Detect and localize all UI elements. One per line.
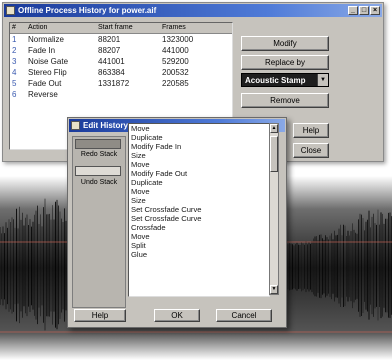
redo-stack-indicator[interactable] xyxy=(75,139,121,149)
remove-button[interactable]: Remove xyxy=(241,93,329,108)
cell-action: Stereo Flip xyxy=(28,68,67,77)
scroll-up-icon[interactable]: ▲ xyxy=(270,124,278,133)
table-row[interactable]: 3 Noise Gate 441001 529200 xyxy=(10,56,232,67)
close-button[interactable]: Close xyxy=(293,143,329,158)
list-header: # Action Start frame Frames xyxy=(10,23,232,34)
window-icon xyxy=(71,121,80,130)
close-icon[interactable]: × xyxy=(370,6,380,15)
replace-plugin-select[interactable]: Acoustic Stamp ▼ xyxy=(241,73,329,87)
edit-history-dialog: Edit History Redo Stack Undo Stack Move D… xyxy=(67,117,287,328)
cell-num: 6 xyxy=(12,90,17,99)
cell-num: 5 xyxy=(12,79,17,88)
table-row[interactable]: 2 Fade In 88207 441000 xyxy=(10,45,232,56)
scroll-down-icon[interactable]: ▼ xyxy=(270,285,278,294)
column-header-action[interactable]: Action xyxy=(26,23,96,33)
cell-frames xyxy=(160,89,230,100)
help-button[interactable]: Help xyxy=(293,123,329,138)
modify-button[interactable]: Modify xyxy=(241,36,329,51)
list-item[interactable]: Move xyxy=(129,124,269,133)
stack-panel: Redo Stack Undo Stack xyxy=(72,136,126,308)
dropdown-arrow-icon[interactable]: ▼ xyxy=(317,74,328,86)
cell-start xyxy=(96,89,160,100)
cell-frames: 200532 xyxy=(162,68,189,77)
list-item[interactable]: Move xyxy=(129,160,269,169)
column-header-num[interactable]: # xyxy=(10,23,26,33)
table-row[interactable]: 5 Fade Out 1331872 220585 xyxy=(10,78,232,89)
list-item[interactable]: Duplicate xyxy=(129,133,269,142)
cell-action: Fade Out xyxy=(28,79,62,88)
cell-action: Reverse xyxy=(28,90,58,99)
cancel-button[interactable]: Cancel xyxy=(216,309,272,322)
cell-start: 1331872 xyxy=(98,79,130,88)
column-header-frames[interactable]: Frames xyxy=(160,23,230,33)
dialog-title: Edit History xyxy=(83,121,128,130)
list-item[interactable]: Size xyxy=(129,151,269,160)
column-header-start[interactable]: Start frame xyxy=(96,23,160,33)
maximize-icon[interactable]: □ xyxy=(359,6,369,15)
list-item[interactable]: Modify Fade In xyxy=(129,142,269,151)
undo-stack-indicator[interactable] xyxy=(75,166,121,176)
list-item[interactable]: Move xyxy=(129,187,269,196)
table-row[interactable]: 4 Stereo Flip 863384 200532 xyxy=(10,67,232,78)
list-item[interactable]: Modify Fade Out xyxy=(129,169,269,178)
minimize-icon[interactable]: _ xyxy=(348,6,358,15)
cell-start: 88201 xyxy=(98,35,121,44)
replace-plugin-value: Acoustic Stamp xyxy=(245,76,306,85)
window-title: Offline Process History for power.aif xyxy=(18,6,157,15)
list-item[interactable]: Crossfade xyxy=(129,223,269,232)
dialog-help-button[interactable]: Help xyxy=(74,309,126,322)
cell-num: 4 xyxy=(12,68,17,77)
list-item[interactable]: Duplicate xyxy=(129,178,269,187)
cell-num: 1 xyxy=(12,35,17,44)
redo-stack-label: Redo Stack xyxy=(80,151,118,158)
cell-frames: 220585 xyxy=(162,79,189,88)
undo-stack-label: Undo Stack xyxy=(80,179,118,186)
replace-by-button[interactable]: Replace by xyxy=(241,55,329,70)
list-item[interactable]: Set Crossfade Curve xyxy=(129,205,269,214)
cell-frames: 441000 xyxy=(162,46,189,55)
edit-history-list[interactable]: Move Duplicate Modify Fade In Size Move Modif… xyxy=(128,123,270,297)
cell-num: 3 xyxy=(12,57,17,66)
table-row[interactable]: 6 Reverse xyxy=(10,89,232,100)
cell-action: Fade In xyxy=(28,46,56,55)
list-item[interactable]: Move xyxy=(129,232,269,241)
cell-num: 2 xyxy=(12,46,17,55)
cell-start: 863384 xyxy=(98,68,125,77)
scrollbar[interactable]: ▲ ▼ xyxy=(269,123,279,295)
list-item[interactable]: Split xyxy=(129,241,269,250)
cell-frames: 529200 xyxy=(162,57,189,66)
window-titlebar[interactable]: Offline Process History for power.aif _ … xyxy=(4,4,382,17)
table-row[interactable]: 1 Normalize 88201 1323000 xyxy=(10,34,232,45)
list-item[interactable]: Size xyxy=(129,196,269,205)
list-item[interactable]: Glue xyxy=(129,250,269,259)
cell-start: 88207 xyxy=(98,46,121,55)
list-item[interactable]: Set Crossfade Curve xyxy=(129,214,269,223)
cell-action: Noise Gate xyxy=(28,57,69,66)
window-icon xyxy=(6,6,15,15)
cell-action: Normalize xyxy=(28,35,65,44)
ok-button[interactable]: OK xyxy=(154,309,200,322)
cell-frames: 1323000 xyxy=(162,35,194,44)
cell-start: 441001 xyxy=(98,57,125,66)
scroll-thumb[interactable] xyxy=(270,136,278,172)
